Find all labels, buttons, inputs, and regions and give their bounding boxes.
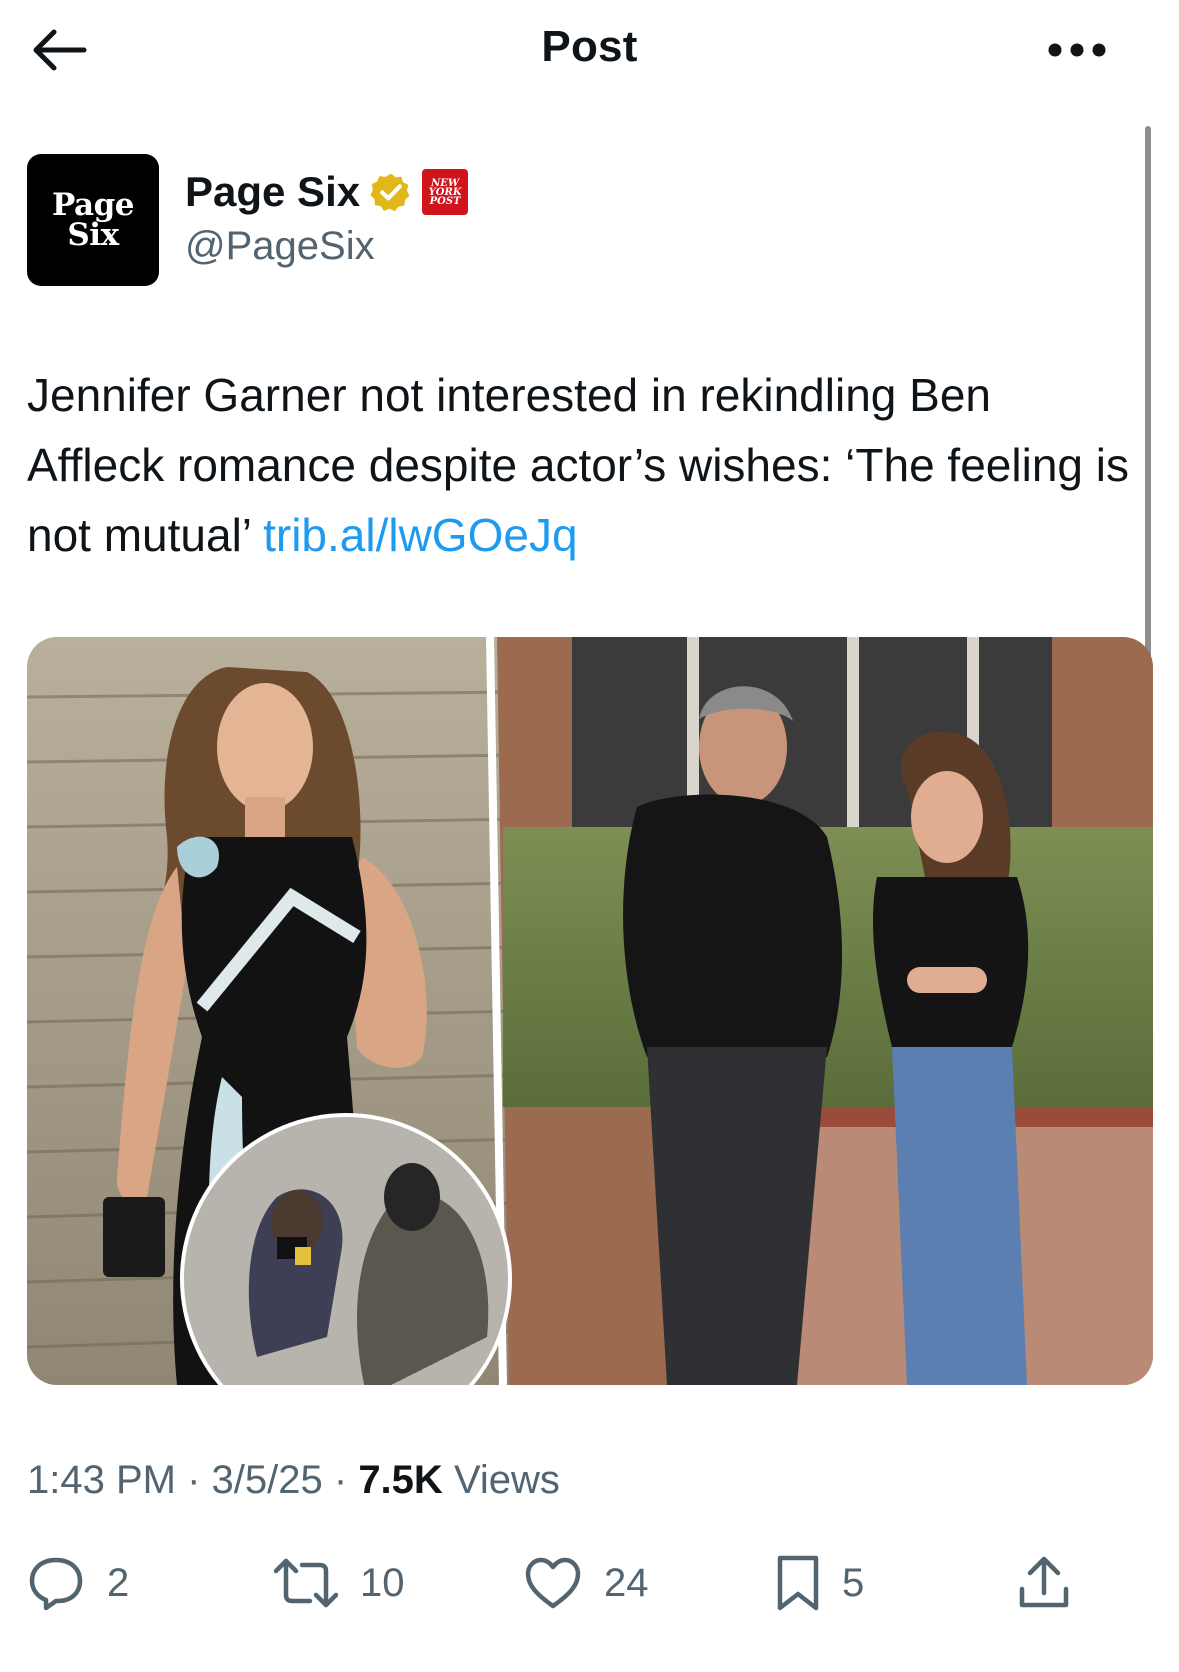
avatar-logo-line1: Page bbox=[52, 187, 134, 223]
user-handle[interactable]: @PageSix bbox=[185, 224, 468, 269]
meta-separator: · bbox=[187, 1458, 212, 1502]
name-row: Page Six NEW YORK POST bbox=[185, 166, 469, 218]
repost-icon bbox=[274, 1558, 338, 1608]
bookmark-icon bbox=[777, 1555, 819, 1611]
post-link[interactable]: trib.al/lwGOeJq bbox=[263, 509, 577, 561]
heart-icon bbox=[525, 1557, 581, 1609]
verified-badge-icon[interactable] bbox=[370, 171, 412, 213]
repost-button[interactable]: 10 bbox=[274, 1548, 405, 1618]
page-title: Post bbox=[541, 22, 638, 71]
repost-count: 10 bbox=[360, 1560, 405, 1605]
post-body: Jennifer Garner not interested in rekind… bbox=[27, 369, 1129, 561]
avatar[interactable]: Page Six bbox=[27, 154, 159, 286]
affiliate-badge-line: POST bbox=[429, 195, 461, 207]
post-text: Jennifer Garner not interested in rekind… bbox=[27, 360, 1137, 570]
bookmark-count: 5 bbox=[842, 1560, 865, 1605]
share-icon bbox=[1019, 1556, 1069, 1608]
post-time[interactable]: 1:43 PM bbox=[27, 1458, 176, 1502]
affiliate-badge[interactable]: NEW YORK POST bbox=[422, 169, 469, 215]
photo-collage bbox=[27, 637, 1153, 1385]
views-label: Views bbox=[453, 1458, 560, 1502]
more-options-button[interactable] bbox=[1041, 28, 1113, 72]
reply-count: 2 bbox=[107, 1560, 130, 1605]
action-bar: 2 10 24 5 bbox=[0, 1548, 1179, 1618]
avatar-logo-line2: Six bbox=[67, 217, 119, 253]
meta-separator: · bbox=[333, 1458, 359, 1502]
post-meta: 1:43 PM · 3/5/25 · 7.5K Views bbox=[27, 1458, 560, 1503]
reply-button[interactable]: 2 bbox=[27, 1548, 129, 1618]
author-meta: Page Six NEW YORK POST @PageSix bbox=[185, 154, 469, 286]
right-photo bbox=[497, 637, 1153, 1385]
reply-icon bbox=[29, 1557, 83, 1611]
post-image[interactable] bbox=[27, 637, 1153, 1385]
bookmark-button[interactable]: 5 bbox=[776, 1548, 864, 1618]
like-button[interactable]: 24 bbox=[524, 1548, 649, 1618]
top-bar: Post bbox=[0, 0, 1179, 100]
like-count: 24 bbox=[604, 1560, 649, 1605]
display-name[interactable]: Page Six bbox=[185, 168, 360, 216]
more-horizontal-icon bbox=[1048, 43, 1106, 57]
views-count[interactable]: 7.5K bbox=[358, 1458, 443, 1502]
share-button[interactable] bbox=[1018, 1548, 1070, 1618]
post-date[interactable]: 3/5/25 bbox=[212, 1458, 323, 1502]
post-author: Page Six Page Six NEW YORK POST @PageSix bbox=[27, 154, 469, 286]
